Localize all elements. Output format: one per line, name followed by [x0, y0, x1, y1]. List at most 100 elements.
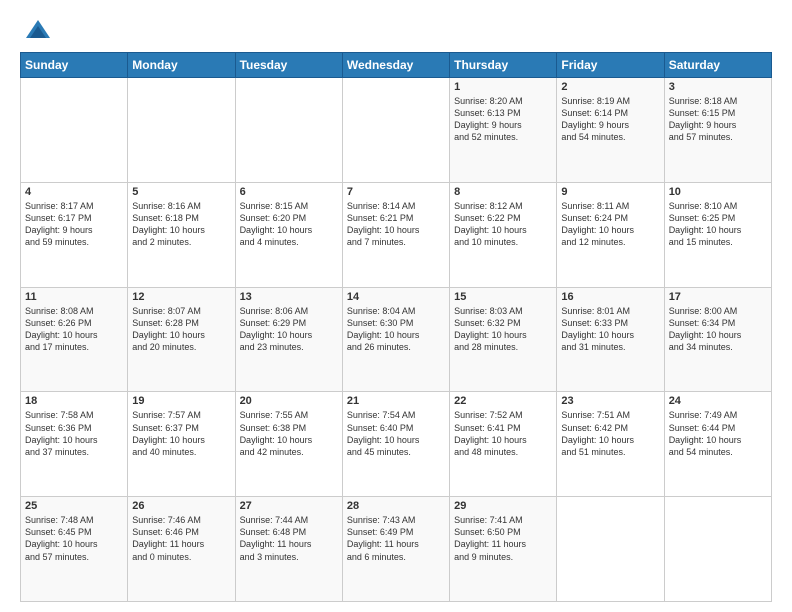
day-number: 10: [669, 186, 767, 198]
table-row: 1 Sunrise: 8:20 AM Sunset: 6:13 PM Daylig…: [450, 78, 557, 183]
day-number: 22: [454, 395, 552, 407]
table-row: 29 Sunrise: 7:41 AM Sunset: 6:50 PM Dayli…: [450, 497, 557, 602]
day-number: 23: [561, 395, 659, 407]
table-row: 4 Sunrise: 8:17 AM Sunset: 6:17 PM Daylig…: [21, 182, 128, 287]
table-row: 23 Sunrise: 7:51 AM Sunset: 6:42 PM Dayli…: [557, 392, 664, 497]
col-wednesday: Wednesday: [342, 53, 449, 78]
day-info: Sunrise: 8:18 AM Sunset: 6:15 PM Dayligh…: [669, 95, 767, 144]
day-number: 19: [132, 395, 230, 407]
day-info: Sunrise: 7:58 AM Sunset: 6:36 PM Dayligh…: [25, 409, 123, 458]
day-info: Sunrise: 7:41 AM Sunset: 6:50 PM Dayligh…: [454, 514, 552, 563]
logo: [20, 16, 52, 44]
day-info: Sunrise: 7:54 AM Sunset: 6:40 PM Dayligh…: [347, 409, 445, 458]
day-info: Sunrise: 8:14 AM Sunset: 6:21 PM Dayligh…: [347, 200, 445, 249]
day-info: Sunrise: 8:17 AM Sunset: 6:17 PM Dayligh…: [25, 200, 123, 249]
day-number: 1: [454, 81, 552, 93]
page: Sunday Monday Tuesday Wednesday Thursday…: [0, 0, 792, 612]
table-row: 7 Sunrise: 8:14 AM Sunset: 6:21 PM Daylig…: [342, 182, 449, 287]
table-row: 25Sunrise: 7:48 AM Sunset: 6:45 PM Dayli…: [21, 497, 128, 602]
table-row: 21 Sunrise: 7:54 AM Sunset: 6:40 PM Dayli…: [342, 392, 449, 497]
table-row: [342, 78, 449, 183]
day-info: Sunrise: 7:52 AM Sunset: 6:41 PM Dayligh…: [454, 409, 552, 458]
day-number: 16: [561, 291, 659, 303]
calendar-header-row: Sunday Monday Tuesday Wednesday Thursday…: [21, 53, 772, 78]
table-row: 15 Sunrise: 8:03 AM Sunset: 6:32 PM Dayli…: [450, 287, 557, 392]
col-friday: Friday: [557, 53, 664, 78]
table-row: [21, 78, 128, 183]
table-row: 10 Sunrise: 8:10 AM Sunset: 6:25 PM Dayli…: [664, 182, 771, 287]
day-info: Sunrise: 8:20 AM Sunset: 6:13 PM Dayligh…: [454, 95, 552, 144]
table-row: 6 Sunrise: 8:15 AM Sunset: 6:20 PM Daylig…: [235, 182, 342, 287]
col-tuesday: Tuesday: [235, 53, 342, 78]
day-number: 4: [25, 186, 123, 198]
day-info: Sunrise: 7:51 AM Sunset: 6:42 PM Dayligh…: [561, 409, 659, 458]
day-number: 7: [347, 186, 445, 198]
day-number: 25: [25, 500, 123, 512]
day-info: Sunrise: 8:12 AM Sunset: 6:22 PM Dayligh…: [454, 200, 552, 249]
day-number: 29: [454, 500, 552, 512]
table-row: 3 Sunrise: 8:18 AM Sunset: 6:15 PM Daylig…: [664, 78, 771, 183]
table-row: 26 Sunrise: 7:46 AM Sunset: 6:46 PM Dayli…: [128, 497, 235, 602]
col-saturday: Saturday: [664, 53, 771, 78]
table-row: 8 Sunrise: 8:12 AM Sunset: 6:22 PM Daylig…: [450, 182, 557, 287]
day-info: Sunrise: 8:08 AM Sunset: 6:26 PM Dayligh…: [25, 305, 123, 354]
day-number: 27: [240, 500, 338, 512]
table-row: 20 Sunrise: 7:55 AM Sunset: 6:38 PM Dayli…: [235, 392, 342, 497]
day-info: Sunrise: 8:07 AM Sunset: 6:28 PM Dayligh…: [132, 305, 230, 354]
table-row: 27 Sunrise: 7:44 AM Sunset: 6:48 PM Dayli…: [235, 497, 342, 602]
day-number: 20: [240, 395, 338, 407]
col-sunday: Sunday: [21, 53, 128, 78]
table-row: 24Sunrise: 7:49 AM Sunset: 6:44 PM Dayli…: [664, 392, 771, 497]
logo-icon: [24, 16, 52, 44]
day-info: Sunrise: 8:16 AM Sunset: 6:18 PM Dayligh…: [132, 200, 230, 249]
day-number: 26: [132, 500, 230, 512]
table-row: 22 Sunrise: 7:52 AM Sunset: 6:41 PM Dayli…: [450, 392, 557, 497]
day-number: 6: [240, 186, 338, 198]
day-info: Sunrise: 7:43 AM Sunset: 6:49 PM Dayligh…: [347, 514, 445, 563]
calendar-week-row: 11 Sunrise: 8:08 AM Sunset: 6:26 PM Dayli…: [21, 287, 772, 392]
col-thursday: Thursday: [450, 53, 557, 78]
calendar-table: Sunday Monday Tuesday Wednesday Thursday…: [20, 52, 772, 602]
table-row: [664, 497, 771, 602]
day-info: Sunrise: 8:19 AM Sunset: 6:14 PM Dayligh…: [561, 95, 659, 144]
calendar-week-row: 25Sunrise: 7:48 AM Sunset: 6:45 PM Dayli…: [21, 497, 772, 602]
day-number: 3: [669, 81, 767, 93]
day-info: Sunrise: 7:44 AM Sunset: 6:48 PM Dayligh…: [240, 514, 338, 563]
day-info: Sunrise: 8:04 AM Sunset: 6:30 PM Dayligh…: [347, 305, 445, 354]
day-number: 5: [132, 186, 230, 198]
table-row: [128, 78, 235, 183]
day-number: 21: [347, 395, 445, 407]
day-info: Sunrise: 8:00 AM Sunset: 6:34 PM Dayligh…: [669, 305, 767, 354]
table-row: 14 Sunrise: 8:04 AM Sunset: 6:30 PM Dayli…: [342, 287, 449, 392]
table-row: [235, 78, 342, 183]
day-number: 15: [454, 291, 552, 303]
day-number: 18: [25, 395, 123, 407]
day-info: Sunrise: 8:03 AM Sunset: 6:32 PM Dayligh…: [454, 305, 552, 354]
day-info: Sunrise: 7:57 AM Sunset: 6:37 PM Dayligh…: [132, 409, 230, 458]
day-number: 24: [669, 395, 767, 407]
day-number: 17: [669, 291, 767, 303]
day-info: Sunrise: 8:06 AM Sunset: 6:29 PM Dayligh…: [240, 305, 338, 354]
table-row: 5 Sunrise: 8:16 AM Sunset: 6:18 PM Daylig…: [128, 182, 235, 287]
day-info: Sunrise: 7:55 AM Sunset: 6:38 PM Dayligh…: [240, 409, 338, 458]
day-number: 9: [561, 186, 659, 198]
table-row: 16Sunrise: 8:01 AM Sunset: 6:33 PM Dayli…: [557, 287, 664, 392]
table-row: 18 Sunrise: 7:58 AM Sunset: 6:36 PM Dayli…: [21, 392, 128, 497]
table-row: 28 Sunrise: 7:43 AM Sunset: 6:49 PM Dayli…: [342, 497, 449, 602]
table-row: 12 Sunrise: 8:07 AM Sunset: 6:28 PM Dayli…: [128, 287, 235, 392]
day-number: 28: [347, 500, 445, 512]
day-info: Sunrise: 8:11 AM Sunset: 6:24 PM Dayligh…: [561, 200, 659, 249]
day-number: 12: [132, 291, 230, 303]
table-row: 11 Sunrise: 8:08 AM Sunset: 6:26 PM Dayli…: [21, 287, 128, 392]
day-number: 11: [25, 291, 123, 303]
day-info: Sunrise: 7:46 AM Sunset: 6:46 PM Dayligh…: [132, 514, 230, 563]
day-number: 2: [561, 81, 659, 93]
day-number: 8: [454, 186, 552, 198]
day-number: 13: [240, 291, 338, 303]
calendar-week-row: 1 Sunrise: 8:20 AM Sunset: 6:13 PM Daylig…: [21, 78, 772, 183]
day-number: 14: [347, 291, 445, 303]
day-info: Sunrise: 8:10 AM Sunset: 6:25 PM Dayligh…: [669, 200, 767, 249]
table-row: [557, 497, 664, 602]
day-info: Sunrise: 8:15 AM Sunset: 6:20 PM Dayligh…: [240, 200, 338, 249]
table-row: 13 Sunrise: 8:06 AM Sunset: 6:29 PM Dayli…: [235, 287, 342, 392]
